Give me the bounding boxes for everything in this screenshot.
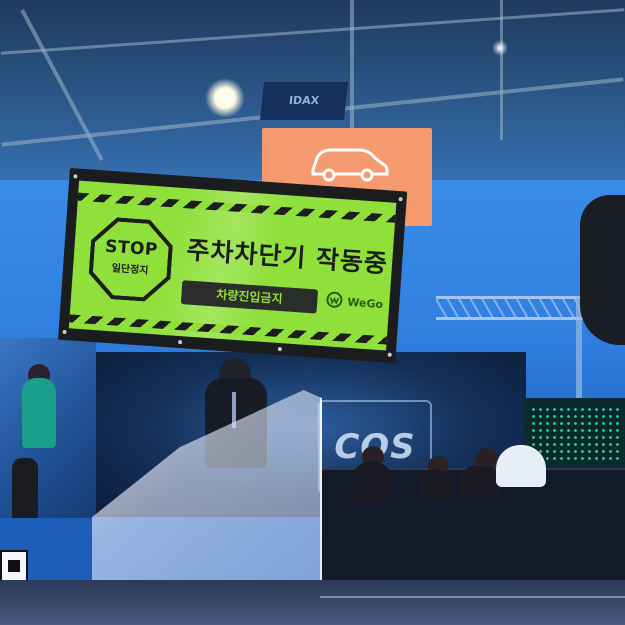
floor-line xyxy=(320,596,625,598)
seated-person xyxy=(460,466,500,498)
seated-person xyxy=(354,462,390,502)
ceiling-banner: IDAX xyxy=(260,82,348,120)
stage-truss xyxy=(436,296,586,320)
floor xyxy=(0,580,625,625)
wego-logo: WeGo xyxy=(346,295,384,312)
seated-person xyxy=(420,470,454,500)
ceiling-light xyxy=(205,78,245,118)
wego-logo-icon xyxy=(326,291,343,308)
photo-scene: IDAX 미래 COS S xyxy=(0,0,625,625)
qr-marker xyxy=(0,550,28,584)
dark-fabric xyxy=(580,195,625,345)
left-led-screen xyxy=(0,338,96,518)
ceiling-light xyxy=(492,40,508,56)
car-icon xyxy=(311,148,389,182)
scoreboard-dots xyxy=(530,406,619,460)
screen-person xyxy=(22,378,56,448)
white-chair xyxy=(496,445,546,487)
screen-person xyxy=(12,458,38,518)
parking-barrier-sign: STOP 일단정지 주차차단기 작동중 차량진입금지 WeGo xyxy=(58,168,414,368)
ceiling-truss xyxy=(500,0,503,140)
